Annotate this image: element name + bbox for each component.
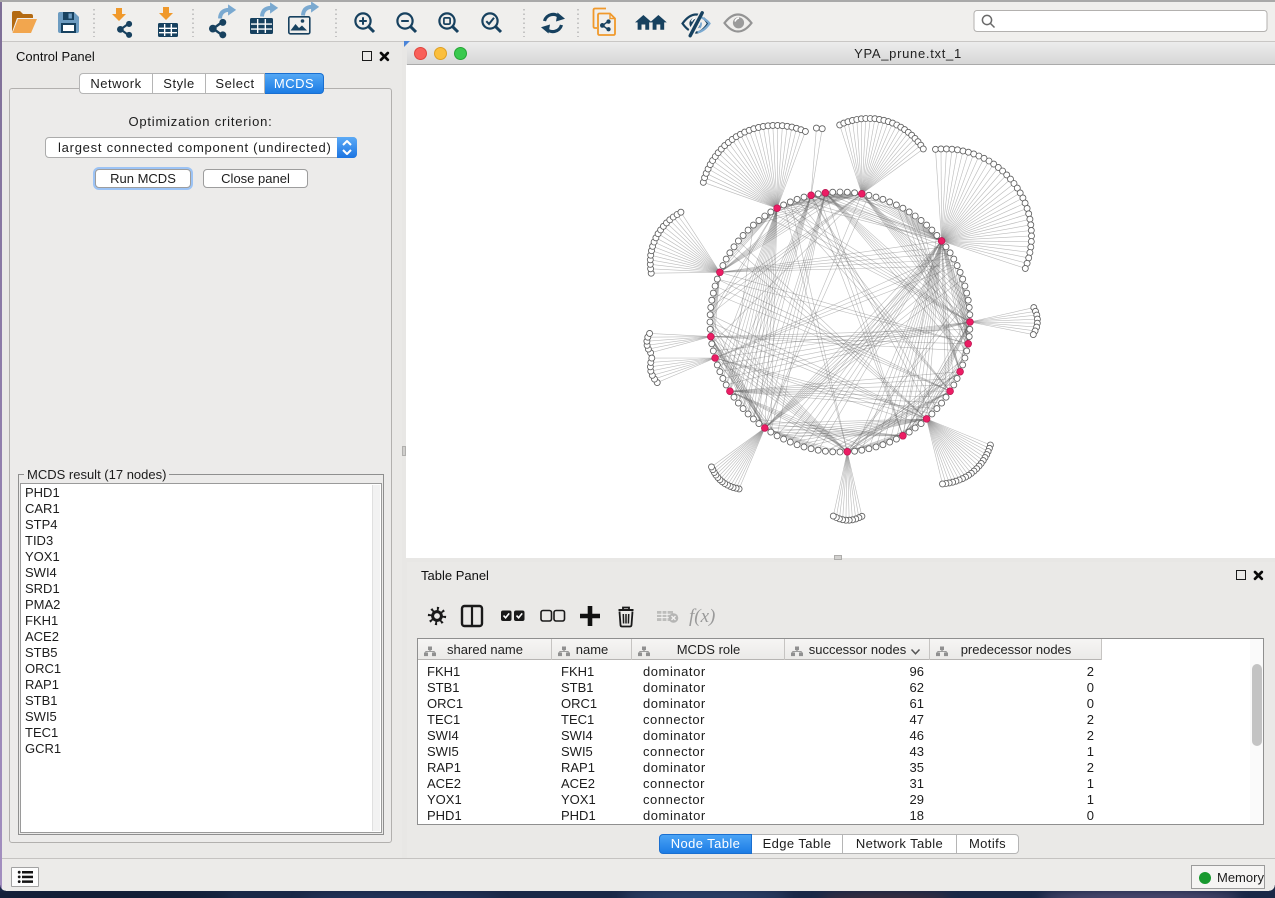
svg-text:f(x): f(x) (689, 606, 715, 627)
